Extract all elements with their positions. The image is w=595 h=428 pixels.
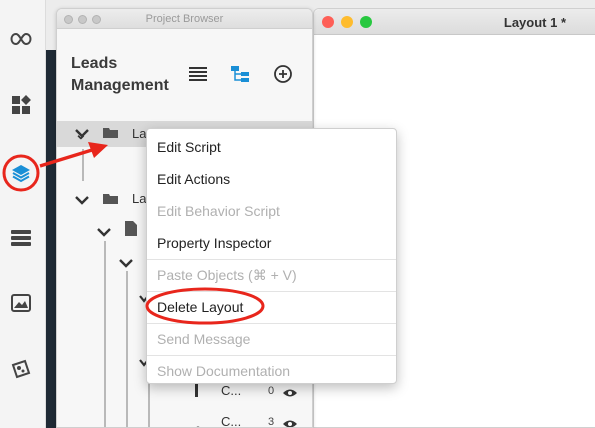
layers-icon[interactable] xyxy=(8,160,34,186)
menu-item-show-documentation[interactable]: Show Documentation xyxy=(147,355,396,387)
tree-guide-line xyxy=(82,149,84,181)
line-object-icon xyxy=(190,419,206,427)
pb-minimize-button[interactable] xyxy=(78,15,87,24)
zoom-window-button[interactable] xyxy=(360,16,372,28)
widgets-icon[interactable] xyxy=(8,92,34,118)
pb-close-button[interactable] xyxy=(64,15,73,24)
layout-window-titlebar[interactable]: Layout 1 * xyxy=(314,9,595,35)
palette-icon[interactable] xyxy=(8,356,34,382)
menu-item-edit-script[interactable]: Edit Script xyxy=(147,131,396,163)
context-menu: Edit Script Edit Actions Edit Behavior S… xyxy=(146,128,397,384)
layout-window-title: Layout 1 * xyxy=(503,15,566,30)
eye-icon[interactable] xyxy=(283,416,297,427)
project-browser-title: Project Browser xyxy=(145,12,224,25)
tree-guide-line xyxy=(126,271,128,427)
tree-leaf-label: C... xyxy=(221,414,242,428)
pb-zoom-button[interactable] xyxy=(92,15,101,24)
menu-item-edit-behavior-script[interactable]: Edit Behavior Script xyxy=(147,195,396,227)
folder-open-icon xyxy=(103,126,119,144)
tree-label: La xyxy=(132,191,147,206)
menu-item-property-inspector[interactable]: Property Inspector xyxy=(147,227,396,259)
project-name: Leads Management xyxy=(71,55,169,94)
image-icon[interactable] xyxy=(8,290,34,316)
infinity-icon[interactable] xyxy=(8,26,34,52)
app-sidebar xyxy=(0,0,46,428)
list-view-icon[interactable] xyxy=(187,63,209,85)
menu-item-paste-objects[interactable]: Paste Objects (⌘ + V) xyxy=(147,259,396,291)
chevron-down-icon[interactable] xyxy=(75,125,89,143)
document-icon xyxy=(125,221,137,241)
object-count: 3 xyxy=(268,416,275,428)
chevron-down-icon[interactable] xyxy=(75,192,89,210)
database-icon[interactable] xyxy=(8,225,34,251)
add-circle-icon[interactable] xyxy=(272,63,294,85)
hierarchy-view-icon[interactable] xyxy=(229,63,251,85)
eye-icon[interactable] xyxy=(283,385,297,403)
close-window-button[interactable] xyxy=(322,16,334,28)
minimize-window-button[interactable] xyxy=(341,16,353,28)
project-browser-titlebar[interactable]: Project Browser xyxy=(57,9,312,29)
chevron-down-icon[interactable] xyxy=(97,224,111,242)
menu-item-edit-actions[interactable]: Edit Actions xyxy=(147,163,396,195)
folder-open-icon xyxy=(103,192,119,210)
menu-item-delete-layout[interactable]: Delete Layout xyxy=(147,291,396,323)
tree-guide-line xyxy=(104,241,106,427)
screen: Layout 1 * Project Browser Leads Managem… xyxy=(0,0,595,428)
menu-item-send-message[interactable]: Send Message xyxy=(147,323,396,355)
